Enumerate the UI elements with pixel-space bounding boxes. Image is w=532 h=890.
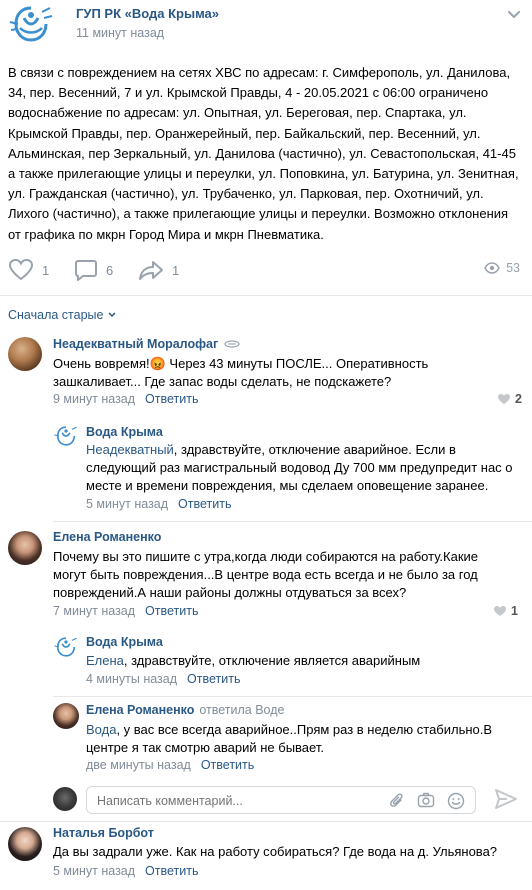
post-actions: 1 6 1 53 [8,256,524,284]
comment-meta: 9 минут назад Ответить [53,392,198,406]
comment-author-name[interactable]: Наталья Борбот [53,826,154,840]
divider [53,521,532,522]
reply-button[interactable]: Ответить [187,672,240,686]
post-time[interactable]: 11 минут назад [76,26,164,40]
comment-meta: 7 минут назад Ответить [53,604,198,618]
avatar[interactable] [53,703,79,729]
shares-count: 1 [172,262,180,278]
attach-icon[interactable] [389,792,405,813]
mention-link[interactable]: Елена [86,653,124,668]
sort-dropdown[interactable]: Сначала старые [8,308,117,322]
comment-author-name[interactable]: Елена Романенко [53,530,161,544]
heart-icon [8,258,34,281]
comment-author-name[interactable]: Вода Крыма [86,635,163,649]
reply-button[interactable]: Ответить [178,497,231,511]
heart-icon [494,606,507,616]
comment-text-body: , здравствуйте, отключение является авар… [123,653,421,668]
comment-time[interactable]: 5 минут назад [53,864,135,878]
reply-button[interactable]: Ответить [145,864,198,878]
comment-text: Вода, у вас все всегда аварийное..Прям р… [86,721,516,757]
post-author[interactable]: ГУП РК «Вода Крыма» [76,6,219,21]
comment-author-name[interactable]: Вода Крыма [86,425,163,439]
reply-logo[interactable] [53,425,79,447]
comment-author-name[interactable]: Неадекватный Моралофаг [53,337,218,351]
reply-button[interactable]: Ответить [145,604,198,618]
replied-to-label[interactable]: ответила Воде [199,703,284,717]
avatar[interactable] [8,827,42,861]
comment-like-button[interactable]: 2 [497,392,522,406]
water-logo-icon [9,6,53,42]
reply-logo[interactable] [53,636,79,658]
comment-text: Да вы задрали уже. Как на работу собират… [53,844,498,859]
comment-text: Почему вы это пишите с утра,когда люди с… [53,549,479,600]
comment-author: Неадекватный Моралофаг [53,337,240,351]
water-logo-icon [54,426,77,446]
comment-like-button[interactable]: 1 [493,604,518,618]
comment-likes-count: 1 [511,604,518,618]
verified-badge-icon [224,340,240,348]
share-icon [139,261,163,280]
divider [0,821,532,822]
views-count: 53 [506,261,520,275]
comment-author-name[interactable]: Елена Романенко [86,703,194,717]
like-button[interactable]: 1 [8,258,49,282]
comment-meta: 5 минут назад Ответить [53,864,198,878]
heart-icon [498,394,511,404]
comment-text: Елена, здравствуйте, отключение является… [86,652,518,670]
post-text: В связи с повреждением на сетях ХВС по а… [8,65,519,242]
sort-label: Сначала старые [8,308,104,322]
views-counter: 53 [484,261,520,275]
comment-icon [75,260,97,281]
avatar[interactable] [8,531,42,565]
comment-input-box[interactable] [86,786,476,814]
comment-time[interactable]: две минуты назад [86,758,191,772]
comment-meta: 5 минут назад Ответить [86,497,231,511]
community-logo[interactable] [8,4,54,44]
comment-time[interactable]: 7 минут назад [53,604,135,618]
camera-icon[interactable] [417,792,435,811]
comment-meta: 4 минуты назад Ответить [86,672,240,686]
current-user-avatar[interactable] [53,787,77,811]
comment-input[interactable] [97,792,387,810]
comment-author: Елена Романенко ответила Воде [86,703,285,717]
reply-button[interactable]: Ответить [201,758,254,772]
water-logo-icon [54,637,77,657]
mention-link[interactable]: Неадекватный [86,442,174,457]
comment-text: Неадекватный, здравствуйте, отключение а… [86,441,518,495]
chevron-down-icon [108,312,116,318]
send-icon[interactable] [494,788,518,813]
more-options-icon[interactable] [506,6,522,22]
comments-count: 6 [106,262,114,278]
likes-count: 1 [42,262,50,278]
share-button[interactable]: 1 [138,258,179,282]
post-header: ГУП РК «Вода Крыма» 11 минут назад [8,4,524,46]
avatar[interactable] [8,337,42,371]
comment-text: Очень вовремя!😡 Через 43 минуты ПОСЛЕ...… [53,356,429,389]
comment-time[interactable]: 9 минут назад [53,392,135,406]
emoji-icon[interactable] [447,792,465,813]
comment-meta: две минуты назад Ответить [86,758,254,772]
comment-time[interactable]: 5 минут назад [86,497,168,511]
comment-button[interactable]: 6 [74,258,113,282]
reply-button[interactable]: Ответить [145,392,198,406]
divider [53,696,532,697]
comment-time[interactable]: 4 минуты назад [86,672,177,686]
comment-text-body: , у вас все всегда аварийное..Прям раз в… [86,722,493,755]
mention-link[interactable]: Вода [86,722,116,737]
eye-icon [484,262,500,274]
divider [0,295,532,296]
comment-likes-count: 2 [515,392,522,406]
